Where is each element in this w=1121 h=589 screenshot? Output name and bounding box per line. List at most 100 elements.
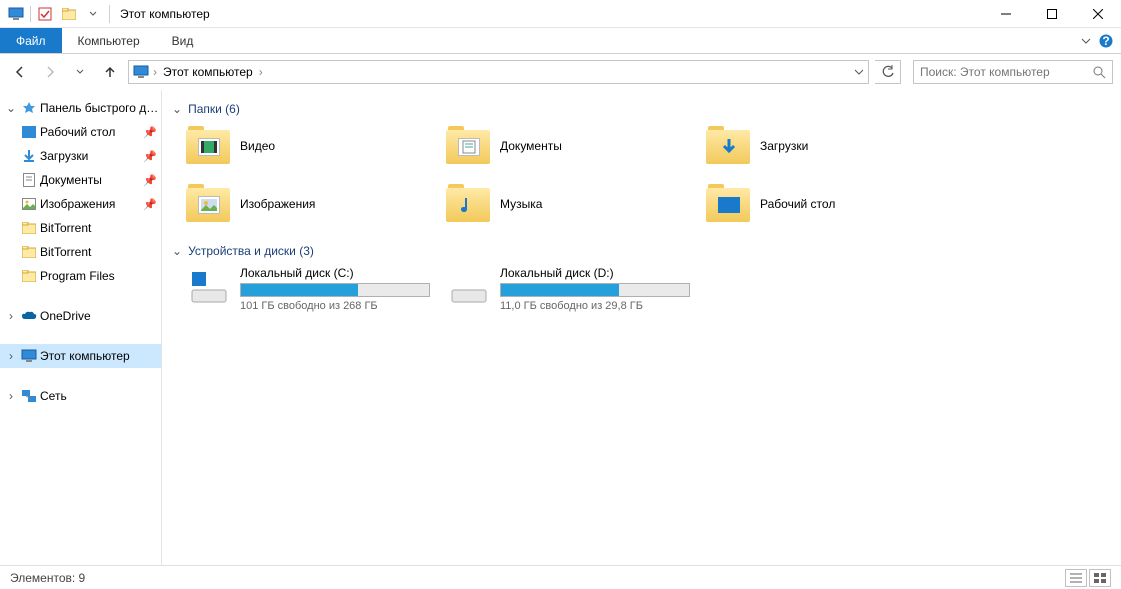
folder-desktop[interactable]: Рабочий стол <box>706 182 956 226</box>
sidebar-network[interactable]: › Сеть <box>0 384 161 408</box>
drive-c[interactable]: Локальный диск (C:) 101 ГБ свободно из 2… <box>186 266 436 312</box>
folder-icon <box>706 126 750 166</box>
close-button[interactable] <box>1075 0 1121 28</box>
folder-icon <box>186 184 230 224</box>
drive-free-text: 11,0 ГБ свободно из 29,8 ГБ <box>500 300 696 312</box>
breadcrumb-separator: › <box>259 65 263 79</box>
sidebar-item-program-files[interactable]: Program Files <box>0 264 161 288</box>
folders-grid: Видео Документы Загрузки Изображения Муз… <box>186 124 1111 226</box>
folder-label: Загрузки <box>760 139 808 153</box>
address-bar-row: › Этот компьютер › <box>0 54 1121 90</box>
view-large-icons-button[interactable] <box>1089 569 1111 587</box>
sidebar-item-label: Документы <box>40 173 141 187</box>
drive-name: Локальный диск (C:) <box>240 266 436 280</box>
search-input[interactable] <box>920 65 1093 79</box>
folder-videos[interactable]: Видео <box>186 124 436 168</box>
drive-icon <box>186 266 230 306</box>
folder-documents[interactable]: Документы <box>446 124 696 168</box>
this-pc-icon <box>20 347 38 365</box>
drives-grid: Локальный диск (C:) 101 ГБ свободно из 2… <box>186 266 1111 312</box>
sidebar-item-bittorrent[interactable]: BitTorrent <box>0 216 161 240</box>
folder-icon <box>186 126 230 166</box>
drive-d[interactable]: Локальный диск (D:) 11,0 ГБ свободно из … <box>446 266 696 312</box>
folder-icon <box>20 267 38 285</box>
nav-recent-dropdown[interactable] <box>68 60 92 84</box>
sidebar-this-pc[interactable]: › Этот компьютер <box>0 344 161 368</box>
folder-icon <box>20 243 38 261</box>
tab-view[interactable]: Вид <box>156 28 210 53</box>
chevron-right-icon[interactable]: › <box>4 309 18 323</box>
sidebar-quick-access[interactable]: ⌄ Панель быстрого доступа <box>0 96 161 120</box>
file-tab[interactable]: Файл <box>0 28 62 53</box>
folder-label: Рабочий стол <box>760 197 835 211</box>
status-item-count: Элементов: 9 <box>10 571 85 585</box>
view-details-button[interactable] <box>1065 569 1087 587</box>
nav-up-button[interactable] <box>98 60 122 84</box>
drive-name: Локальный диск (D:) <box>500 266 696 280</box>
folder-label: Видео <box>240 139 275 153</box>
group-header-folders[interactable]: ⌄ Папки (6) <box>172 102 1111 116</box>
pin-icon: 📌 <box>143 150 157 163</box>
folder-music[interactable]: Музыка <box>446 182 696 226</box>
chevron-down-icon[interactable]: ⌄ <box>4 101 18 115</box>
chevron-down-icon[interactable]: ⌄ <box>172 244 182 258</box>
drive-free-text: 101 ГБ свободно из 268 ГБ <box>240 300 436 312</box>
sidebar-item-label: Загрузки <box>40 149 141 163</box>
svg-text:?: ? <box>1102 34 1109 48</box>
sidebar-item-label: BitTorrent <box>40 221 161 235</box>
nav-back-button[interactable] <box>8 60 32 84</box>
title-bar: Этот компьютер <box>0 0 1121 28</box>
pictures-icon <box>20 195 38 213</box>
new-folder-icon[interactable] <box>59 4 79 24</box>
maximize-button[interactable] <box>1029 0 1075 28</box>
search-icon[interactable] <box>1093 66 1106 79</box>
sidebar-item-documents[interactable]: Документы 📌 <box>0 168 161 192</box>
sidebar-item-downloads[interactable]: Загрузки 📌 <box>0 144 161 168</box>
sidebar-item-label: Сеть <box>40 389 161 403</box>
sidebar-item-label: Рабочий стол <box>40 125 141 139</box>
address-dropdown-icon[interactable] <box>854 67 864 77</box>
minimize-button[interactable] <box>983 0 1029 28</box>
refresh-button[interactable] <box>875 60 901 84</box>
desktop-icon <box>20 123 38 141</box>
folder-downloads[interactable]: Загрузки <box>706 124 956 168</box>
pin-icon: 📌 <box>143 126 157 139</box>
sidebar-item-label: BitTorrent <box>40 245 161 259</box>
navigation-sidebar: ⌄ Панель быстрого доступа Рабочий стол 📌… <box>0 90 162 565</box>
sidebar-item-label: Панель быстрого доступа <box>40 101 161 115</box>
network-icon <box>20 387 38 405</box>
qat-divider <box>30 6 31 22</box>
pin-icon: 📌 <box>143 198 157 211</box>
sidebar-item-bittorrent[interactable]: BitTorrent <box>0 240 161 264</box>
qat-dropdown-icon[interactable] <box>83 4 103 24</box>
address-bar[interactable]: › Этот компьютер › <box>128 60 869 84</box>
sidebar-onedrive[interactable]: › OneDrive <box>0 304 161 328</box>
sidebar-item-label: OneDrive <box>40 309 161 323</box>
sidebar-item-pictures[interactable]: Изображения 📌 <box>0 192 161 216</box>
chevron-right-icon[interactable]: › <box>4 389 18 403</box>
chevron-right-icon[interactable]: › <box>4 349 18 363</box>
folder-icon <box>20 219 38 237</box>
folder-label: Музыка <box>500 197 542 211</box>
sidebar-item-label: Этот компьютер <box>40 349 161 363</box>
group-header-drives[interactable]: ⌄ Устройства и диски (3) <box>172 244 1111 258</box>
sidebar-item-desktop[interactable]: Рабочий стол 📌 <box>0 120 161 144</box>
sidebar-item-label: Изображения <box>40 197 141 211</box>
breadcrumb-root[interactable]: Этот компьютер <box>161 65 255 79</box>
tab-computer[interactable]: Компьютер <box>62 28 156 53</box>
onedrive-icon <box>20 307 38 325</box>
ribbon-expand-icon[interactable] <box>1081 36 1091 46</box>
status-bar: Элементов: 9 <box>0 565 1121 589</box>
sidebar-item-label: Program Files <box>40 269 161 283</box>
nav-forward-button[interactable] <box>38 60 62 84</box>
search-box[interactable] <box>913 60 1113 84</box>
help-icon[interactable]: ? <box>1099 34 1113 48</box>
quick-access-toolbar <box>6 4 103 24</box>
drive-icon <box>446 266 490 306</box>
folder-icon <box>446 126 490 166</box>
properties-icon[interactable] <box>35 4 55 24</box>
folder-pictures[interactable]: Изображения <box>186 182 436 226</box>
chevron-down-icon[interactable]: ⌄ <box>172 102 182 116</box>
titlebar-separator <box>109 5 110 23</box>
group-title: Устройства и диски (3) <box>188 244 314 258</box>
